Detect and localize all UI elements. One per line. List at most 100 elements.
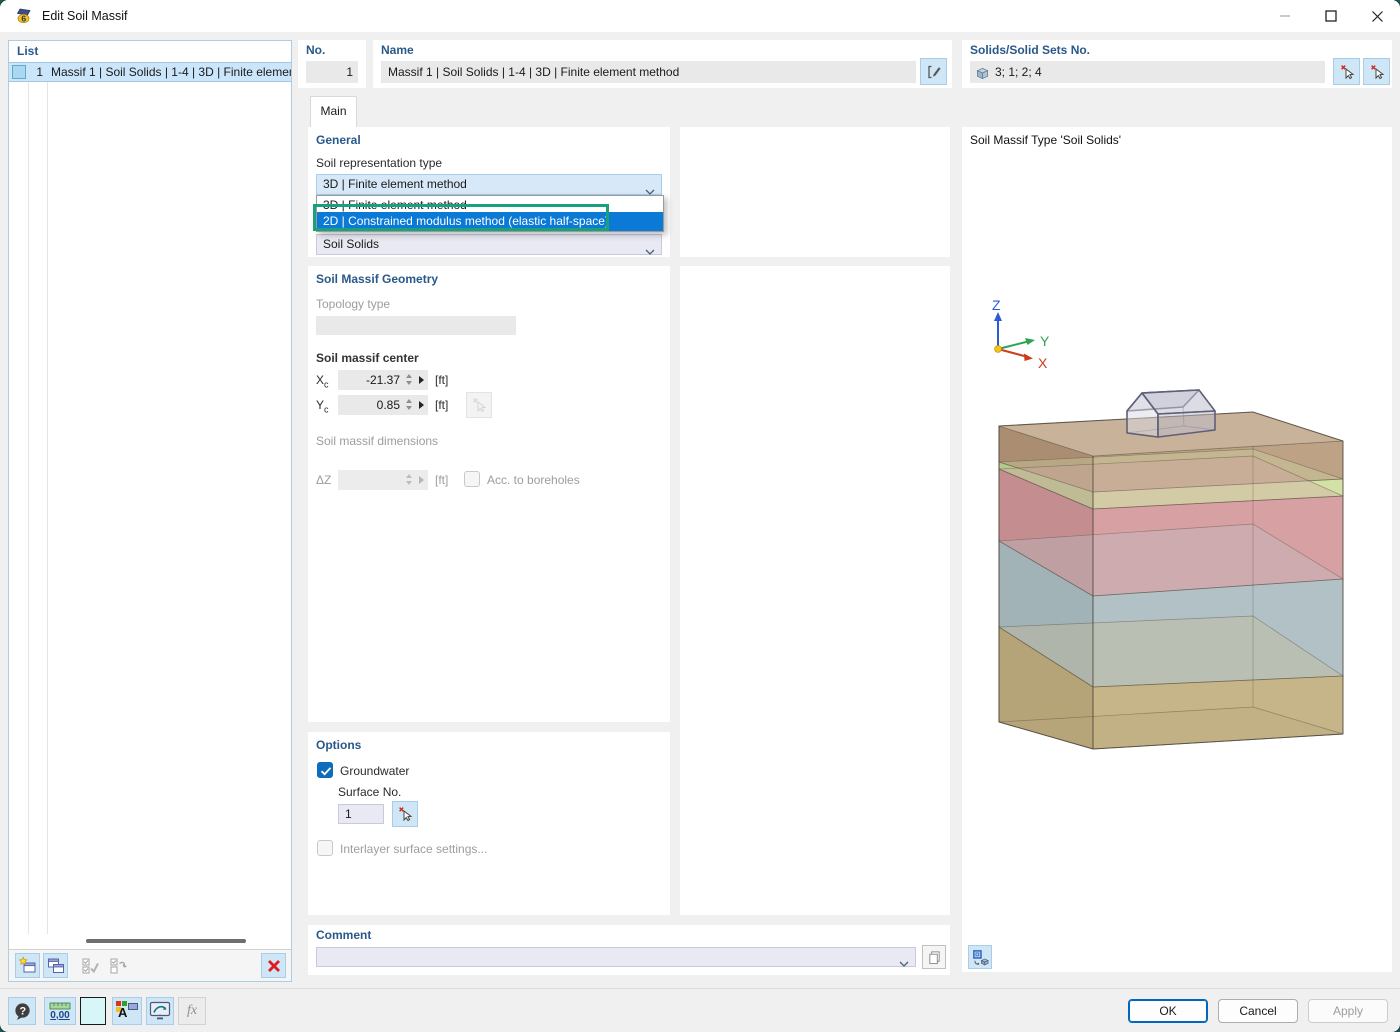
dimensions-label: Soil massif dimensions: [316, 434, 438, 448]
xc-field[interactable]: -21.37: [338, 370, 428, 390]
acc-boreholes-label: Acc. to boreholes: [487, 473, 580, 487]
solid-cube-icon: [976, 65, 989, 87]
copy-pages-icon: [927, 950, 942, 965]
general-section: General Soil representation type 3D | Fi…: [308, 127, 670, 257]
pick-surface-button[interactable]: [392, 801, 418, 827]
formula-button[interactable]: fx: [178, 997, 206, 1025]
coordinate-axes: Z Y X: [992, 297, 1050, 371]
options-section: Options Groundwater Surface No. 1 Interl…: [308, 732, 670, 915]
apply-to-view-button[interactable]: [146, 997, 174, 1025]
svg-text:?: ?: [19, 1005, 26, 1017]
pick-cursor-icon: [397, 806, 413, 822]
name-field[interactable]: Massif 1 | Soil Solids | 1-4 | 3D | Fini…: [381, 61, 916, 83]
no-field[interactable]: 1: [306, 61, 358, 83]
copy-windows-icon: [46, 956, 66, 976]
yc-value: 0.85: [338, 395, 400, 415]
surface-no-label: Surface No.: [338, 785, 401, 799]
empty-panel-top: [680, 127, 950, 257]
name-card: Name Massif 1 | Soil Solids | 1-4 | 3D |…: [373, 40, 952, 88]
new-window-icon: [18, 956, 38, 976]
invert-selection-button[interactable]: [105, 953, 130, 978]
ruler-icon: [49, 1002, 71, 1010]
window-title: Edit Soil Massif: [42, 9, 127, 23]
close-button[interactable]: [1354, 0, 1400, 32]
list-column-divider: [28, 82, 29, 934]
dz-spinner[interactable]: [406, 474, 412, 485]
delete-massif-button[interactable]: [261, 953, 286, 978]
chevron-down-icon: [645, 242, 655, 261]
ok-button[interactable]: OK: [1128, 999, 1208, 1023]
dz-value: [338, 470, 400, 490]
tab-main[interactable]: Main: [310, 96, 357, 127]
solids-field[interactable]: 3; 1; 2; 4: [970, 61, 1325, 83]
massif-list-panel: List 1 Massif 1 | Soil Solids | 1-4 | 3D…: [8, 40, 292, 982]
select-all-button[interactable]: [77, 953, 102, 978]
interlayer-checkbox[interactable]: [317, 840, 333, 856]
surface-no-field[interactable]: 1: [338, 804, 384, 824]
groundwater-checkbox[interactable]: [317, 762, 333, 778]
list-horizontal-scrollbar[interactable]: [86, 939, 246, 943]
monitor-icon: [149, 1001, 171, 1021]
topology-label: Topology type: [316, 297, 390, 311]
building-wireframe: [1127, 390, 1215, 437]
representation-combobox[interactable]: 3D | Finite element method: [316, 174, 662, 195]
topology-field[interactable]: [316, 316, 516, 335]
soil-type-combobox[interactable]: Soil Solids: [316, 234, 662, 255]
preview-panel: Soil Massif Type 'Soil Solids' Z Y X: [962, 127, 1392, 972]
edit-soil-massif-dialog: 6 Edit Soil Massif List 1 Massif 1 | Soi…: [0, 0, 1400, 1032]
center-label: Soil massif center: [316, 351, 419, 365]
general-header: General: [316, 133, 361, 147]
title-bar: 6 Edit Soil Massif: [0, 0, 1400, 32]
footer-divider: [0, 988, 1400, 989]
preview-view-toggle-button[interactable]: [968, 945, 992, 969]
display-properties-button[interactable]: A: [112, 997, 142, 1025]
dz-unit: [ft]: [435, 473, 448, 487]
groundwater-label: Groundwater: [340, 764, 409, 778]
dropdown-option-3d[interactable]: 3D | Finite element method: [317, 196, 663, 212]
new-massif-button[interactable]: [15, 953, 40, 978]
dz-field[interactable]: [338, 470, 428, 490]
axis-z-label: Z: [992, 297, 1001, 313]
deselect-solids-button[interactable]: [1363, 58, 1390, 85]
pick-cursor-icon: [1339, 64, 1355, 80]
background-color-swatch-button[interactable]: [80, 997, 106, 1025]
soil-massif-3d-preview[interactable]: Z Y X: [962, 127, 1392, 972]
dropdown-option-2d[interactable]: 2D | Constrained modulus method (elastic…: [317, 212, 663, 231]
rename-button[interactable]: [920, 58, 947, 85]
solids-value: 3; 1; 2; 4: [995, 61, 1042, 83]
select-solids-button[interactable]: [1333, 58, 1360, 85]
list-column-divider: [47, 82, 48, 934]
yc-unit: [ft]: [435, 398, 448, 412]
acc-boreholes-checkbox[interactable]: [464, 471, 480, 487]
dz-label: ΔZ: [316, 473, 331, 487]
minimize-button[interactable]: [1262, 0, 1308, 32]
display-properties-icon: A: [116, 1001, 138, 1021]
xc-spinner[interactable]: [406, 374, 412, 385]
soil-type-value: Soil Solids: [323, 237, 379, 251]
list-item[interactable]: 1 Massif 1 | Soil Solids | 1-4 | 3D | Fi…: [9, 62, 291, 82]
svg-text:6: 6: [21, 14, 26, 24]
edit-pencil-icon: [926, 64, 942, 80]
xc-param-arrow-icon[interactable]: [419, 376, 424, 384]
representation-value: 3D | Finite element method: [323, 177, 467, 191]
comment-combobox[interactable]: [316, 947, 916, 967]
massif-color-swatch: [12, 65, 26, 79]
representation-dropdown-popup: 3D | Finite element method 2D | Constrai…: [316, 195, 664, 232]
help-button[interactable]: ?: [8, 997, 36, 1025]
list-header: List: [17, 44, 38, 58]
copy-comment-button[interactable]: [922, 945, 946, 969]
yc-param-arrow-icon[interactable]: [419, 401, 424, 409]
help-icon: ?: [13, 1002, 32, 1021]
pick-center-button[interactable]: [466, 392, 492, 418]
check-icon: [318, 763, 334, 779]
yc-field[interactable]: 0.85: [338, 395, 428, 415]
maximize-button[interactable]: [1308, 0, 1354, 32]
copy-massif-button[interactable]: [43, 953, 68, 978]
apply-button[interactable]: Apply: [1308, 999, 1388, 1023]
geometry-header: Soil Massif Geometry: [316, 272, 438, 286]
units-settings-button[interactable]: 0,00: [44, 997, 76, 1025]
yc-spinner[interactable]: [406, 399, 412, 410]
axis-y-label: Y: [1040, 333, 1050, 349]
cancel-button[interactable]: Cancel: [1218, 999, 1298, 1023]
dz-param-arrow-icon[interactable]: [419, 476, 424, 484]
